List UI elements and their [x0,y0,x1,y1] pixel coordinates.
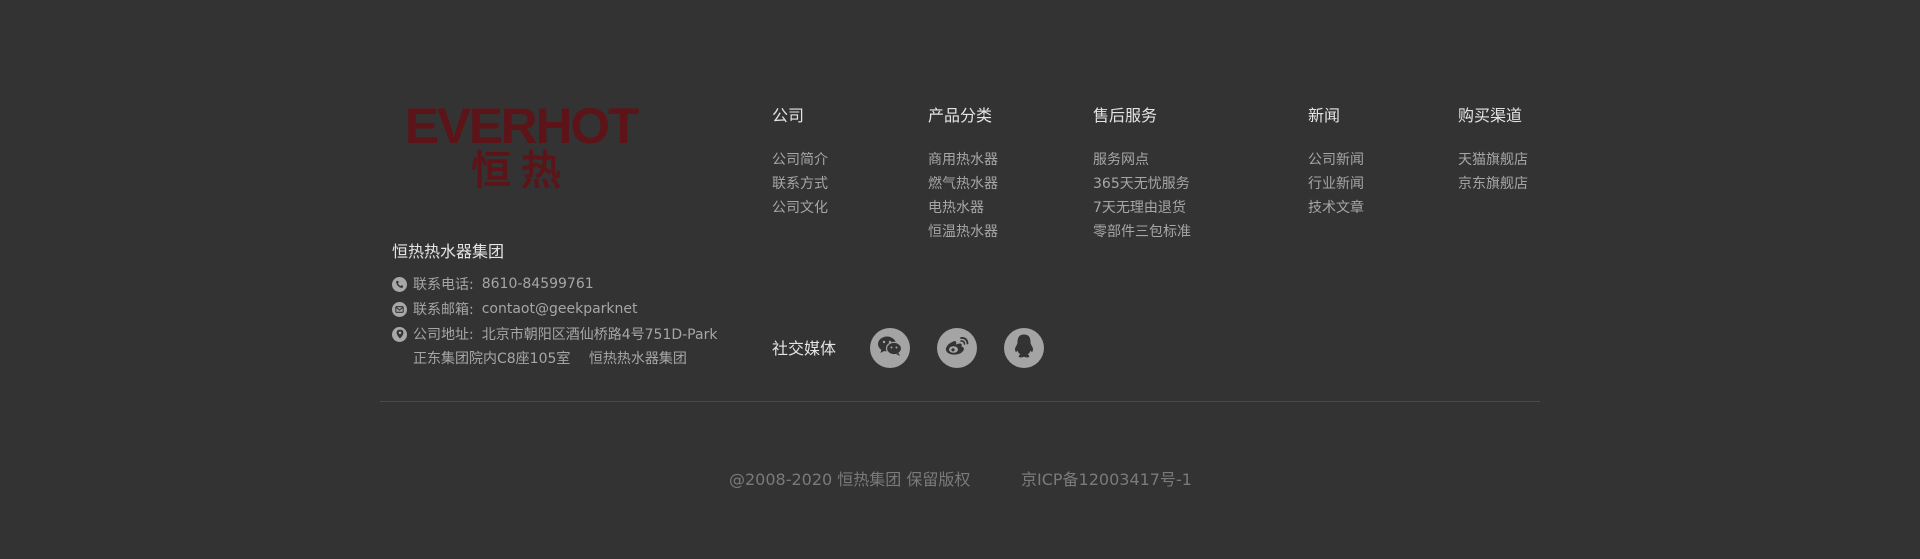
logo-text-cn: 恒热 [471,148,571,194]
email-value[interactable]: contaot@geekparknet [482,301,638,317]
address-label: 公司地址: [413,327,474,343]
address-line2-part1: 正东集团院内C8座105室 [413,351,571,367]
nav-title-news: 新闻 [1308,106,1341,125]
nav-link-thermostatic-heater[interactable]: 恒温热水器 [928,220,998,244]
footer-divider [380,401,1540,402]
email-icon [392,301,407,317]
nav-link-tmall-store[interactable]: 天猫旗舰店 [1458,148,1528,172]
nav-column-news: 新闻 公司新闻 行业新闻 技术文章 [1308,104,1364,220]
wechat-button[interactable] [870,328,910,368]
site-footer: EVERHOT 恒热 恒热热水器集团 联系电话: 8610-84599761 联… [0,0,1920,559]
nav-link-contact[interactable]: 联系方式 [772,172,828,196]
nav-title-service: 售后服务 [1093,106,1158,125]
contact-phone: 联系电话: 8610-84599761 [392,273,594,295]
nav-column-channels: 购买渠道 天猫旗舰店 京东旗舰店 [1458,104,1528,196]
nav-link-365-service[interactable]: 365天无忧服务 [1093,172,1191,196]
nav-title-company: 公司 [772,106,805,125]
nav-list-channels: 天猫旗舰店 京东旗舰店 [1458,148,1528,196]
weibo-icon [944,335,970,361]
nav-column-service: 售后服务 服务网点 365天无忧服务 7天无理由退货 零部件三包标准 [1093,104,1191,244]
qq-button[interactable] [1004,328,1044,368]
nav-link-gas-heater[interactable]: 燃气热水器 [928,172,998,196]
nav-list-service: 服务网点 365天无忧服务 7天无理由退货 零部件三包标准 [1093,148,1191,244]
company-name: 恒热热水器集团 [392,242,505,261]
nav-link-industry-news[interactable]: 行业新闻 [1308,172,1364,196]
logo-text-en: EVERHOT [404,98,639,154]
nav-link-commercial-heater[interactable]: 商用热水器 [928,148,998,172]
weibo-button[interactable] [937,328,977,368]
nav-link-culture[interactable]: 公司文化 [772,196,828,220]
nav-column-company: 公司 公司简介 联系方式 公司文化 [772,104,828,220]
address-line1: 北京市朝阳区酒仙桥路4号751D-Park [481,327,718,343]
nav-link-company-news[interactable]: 公司新闻 [1308,148,1364,172]
nav-link-company-intro[interactable]: 公司简介 [772,148,828,172]
nav-link-tech-articles[interactable]: 技术文章 [1308,196,1364,220]
nav-link-jd-store[interactable]: 京东旗舰店 [1458,172,1528,196]
email-label: 联系邮箱: [413,302,474,318]
nav-link-7day-return[interactable]: 7天无理由退货 [1093,196,1191,220]
nav-link-parts-warranty[interactable]: 零部件三包标准 [1093,220,1191,244]
nav-link-electric-heater[interactable]: 电热水器 [928,196,998,220]
location-pin-icon [392,326,407,342]
contact-email: 联系邮箱: contaot@geekparknet [392,298,638,320]
copyright-text: @2008-2020 恒热集团 保留版权 [729,470,971,489]
nav-list-news: 公司新闻 行业新闻 技术文章 [1308,148,1364,220]
address-line2-part2: 恒热热水器集团 [588,351,687,367]
nav-list-products: 商用热水器 燃气热水器 电热水器 恒温热水器 [928,148,998,244]
nav-column-products: 产品分类 商用热水器 燃气热水器 电热水器 恒温热水器 [928,104,998,244]
icp-license-link[interactable]: 京ICP备12003417号-1 [1021,468,1192,492]
address-line2: 正东集团院内C8座105室 恒热热水器集团 [413,348,687,370]
phone-icon [392,276,407,292]
nav-title-products: 产品分类 [928,106,993,125]
nav-link-service-points[interactable]: 服务网点 [1093,148,1191,172]
wechat-icon [877,335,903,361]
contact-address: 公司地址: 北京市朝阳区酒仙桥路4号751D-Park [392,323,717,345]
phone-label: 联系电话: [413,277,474,293]
nav-title-channels: 购买渠道 [1458,106,1523,125]
everhot-logo[interactable]: EVERHOT 恒热 [390,98,652,194]
phone-value: 8610-84599761 [481,276,594,292]
social-media-label: 社交媒体 [772,339,837,358]
qq-icon [1013,333,1035,363]
nav-list-company: 公司简介 联系方式 公司文化 [772,148,828,220]
